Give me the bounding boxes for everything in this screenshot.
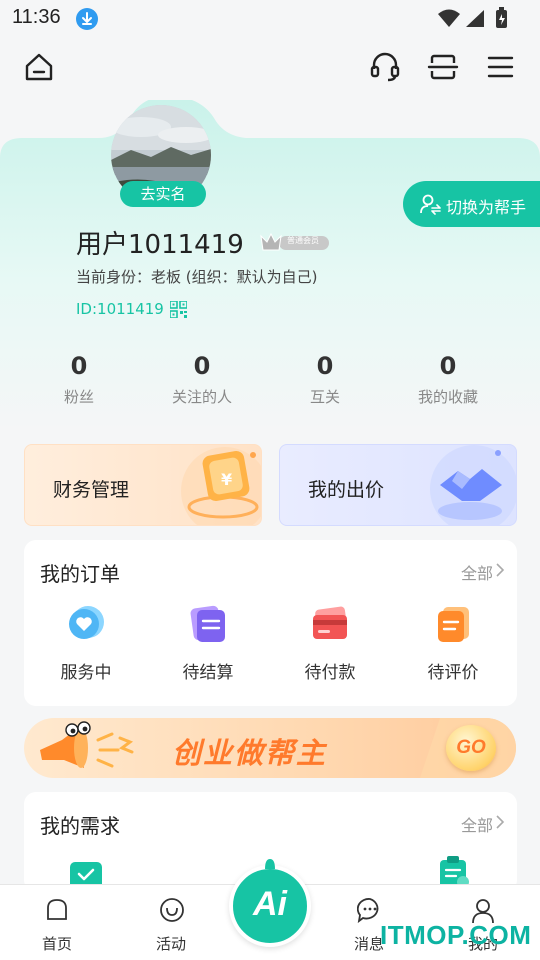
- to-review-icon: [438, 607, 469, 642]
- megaphone-icon: [40, 721, 134, 768]
- stat-value: 0: [70, 352, 88, 380]
- scan-icon[interactable]: [426, 50, 460, 84]
- wallet-icon: ¥: [181, 447, 261, 525]
- in-service-icon: [69, 606, 104, 639]
- home-tab-icon: [47, 899, 67, 920]
- activity-tab-icon: [160, 898, 184, 922]
- status-bar: 11:36: [0, 0, 540, 38]
- handshake-icon: [430, 445, 516, 525]
- switch-role-button[interactable]: 切换为帮手: [403, 181, 540, 227]
- order-to-settle[interactable]: 待结算: [158, 604, 258, 684]
- tab-label: 活动: [155, 935, 186, 953]
- ai-assistant-button[interactable]: Ai: [229, 859, 311, 947]
- orders-all-link[interactable]: 全部: [461, 560, 493, 584]
- promo-banner[interactable]: 创业做帮主 GO: [24, 718, 516, 778]
- to-settle-icon: [190, 605, 225, 642]
- member-badge: 普通会员: [259, 232, 329, 252]
- headset-icon[interactable]: [368, 50, 402, 84]
- needs-all-link[interactable]: 全部: [461, 812, 493, 836]
- watermark: ITMOP.COM: [380, 920, 532, 950]
- to-pay-icon: [313, 606, 347, 639]
- order-label: 待评价: [427, 663, 479, 683]
- verify-button[interactable]: 去实名: [120, 181, 206, 207]
- stat-following[interactable]: 0 关注的人: [142, 352, 262, 407]
- order-label: 待结算: [182, 663, 234, 683]
- menu-icon[interactable]: [484, 50, 518, 84]
- order-in-service[interactable]: 服务中: [36, 604, 136, 684]
- switch-user-icon: [420, 194, 441, 215]
- chevron-right-icon[interactable]: [495, 563, 505, 577]
- needs-title: 我的需求: [40, 814, 120, 838]
- identity-text: 当前身份：老板 (组织：默认为自己): [76, 268, 318, 286]
- order-label: 服务中: [60, 663, 112, 683]
- user-id: ID:1011419: [76, 300, 164, 318]
- orders-section: 我的订单 全部 服务中 待结算 待付款 待评价: [24, 540, 517, 706]
- username: 用户1011419: [76, 230, 244, 260]
- wifi-icon: [438, 9, 460, 27]
- my-bid-card[interactable]: 我的出价: [279, 444, 517, 526]
- stat-value: 0: [193, 352, 211, 380]
- tab-home[interactable]: 首页: [12, 885, 102, 960]
- stat-label: 关注的人: [171, 388, 232, 406]
- qrcode-icon[interactable]: [169, 300, 188, 319]
- stat-value: 0: [439, 352, 457, 380]
- stat-favorites[interactable]: 0 我的收藏: [388, 352, 508, 407]
- battery-icon: [496, 7, 507, 28]
- signal-icon: [466, 10, 484, 27]
- order-to-review[interactable]: 待评价: [403, 604, 503, 684]
- svg-text:¥: ¥: [221, 470, 232, 489]
- my-bid-label: 我的出价: [308, 479, 385, 501]
- order-label: 待付款: [304, 663, 356, 683]
- stat-value: 0: [316, 352, 334, 380]
- switch-role-label: 切换为帮手: [446, 198, 527, 217]
- stat-label: 粉丝: [63, 388, 94, 406]
- stat-fans[interactable]: 0 粉丝: [19, 352, 139, 407]
- orders-title: 我的订单: [40, 562, 120, 586]
- home-icon[interactable]: [22, 50, 56, 84]
- finance-card[interactable]: 财务管理 ¥: [24, 444, 262, 526]
- tab-activity[interactable]: 活动: [126, 885, 216, 960]
- banner-text: 创业做帮主: [172, 736, 328, 770]
- member-level: 普通会员: [287, 236, 319, 245]
- go-button[interactable]: GO: [446, 725, 496, 771]
- go-label: GO: [456, 737, 486, 758]
- stat-label: 我的收藏: [417, 388, 478, 406]
- order-to-pay[interactable]: 待付款: [280, 604, 380, 684]
- ai-label: Ai: [253, 885, 287, 923]
- download-icon: [76, 8, 98, 30]
- tab-label: 首页: [41, 935, 72, 953]
- chevron-right-icon[interactable]: [495, 815, 505, 829]
- ai-badge-icon: [265, 859, 275, 869]
- stat-label: 互关: [309, 388, 340, 406]
- status-time: 11:36: [12, 6, 61, 28]
- stat-mutual[interactable]: 0 互关: [265, 352, 385, 407]
- finance-label: 财务管理: [53, 479, 130, 501]
- status-icons: [436, 6, 520, 34]
